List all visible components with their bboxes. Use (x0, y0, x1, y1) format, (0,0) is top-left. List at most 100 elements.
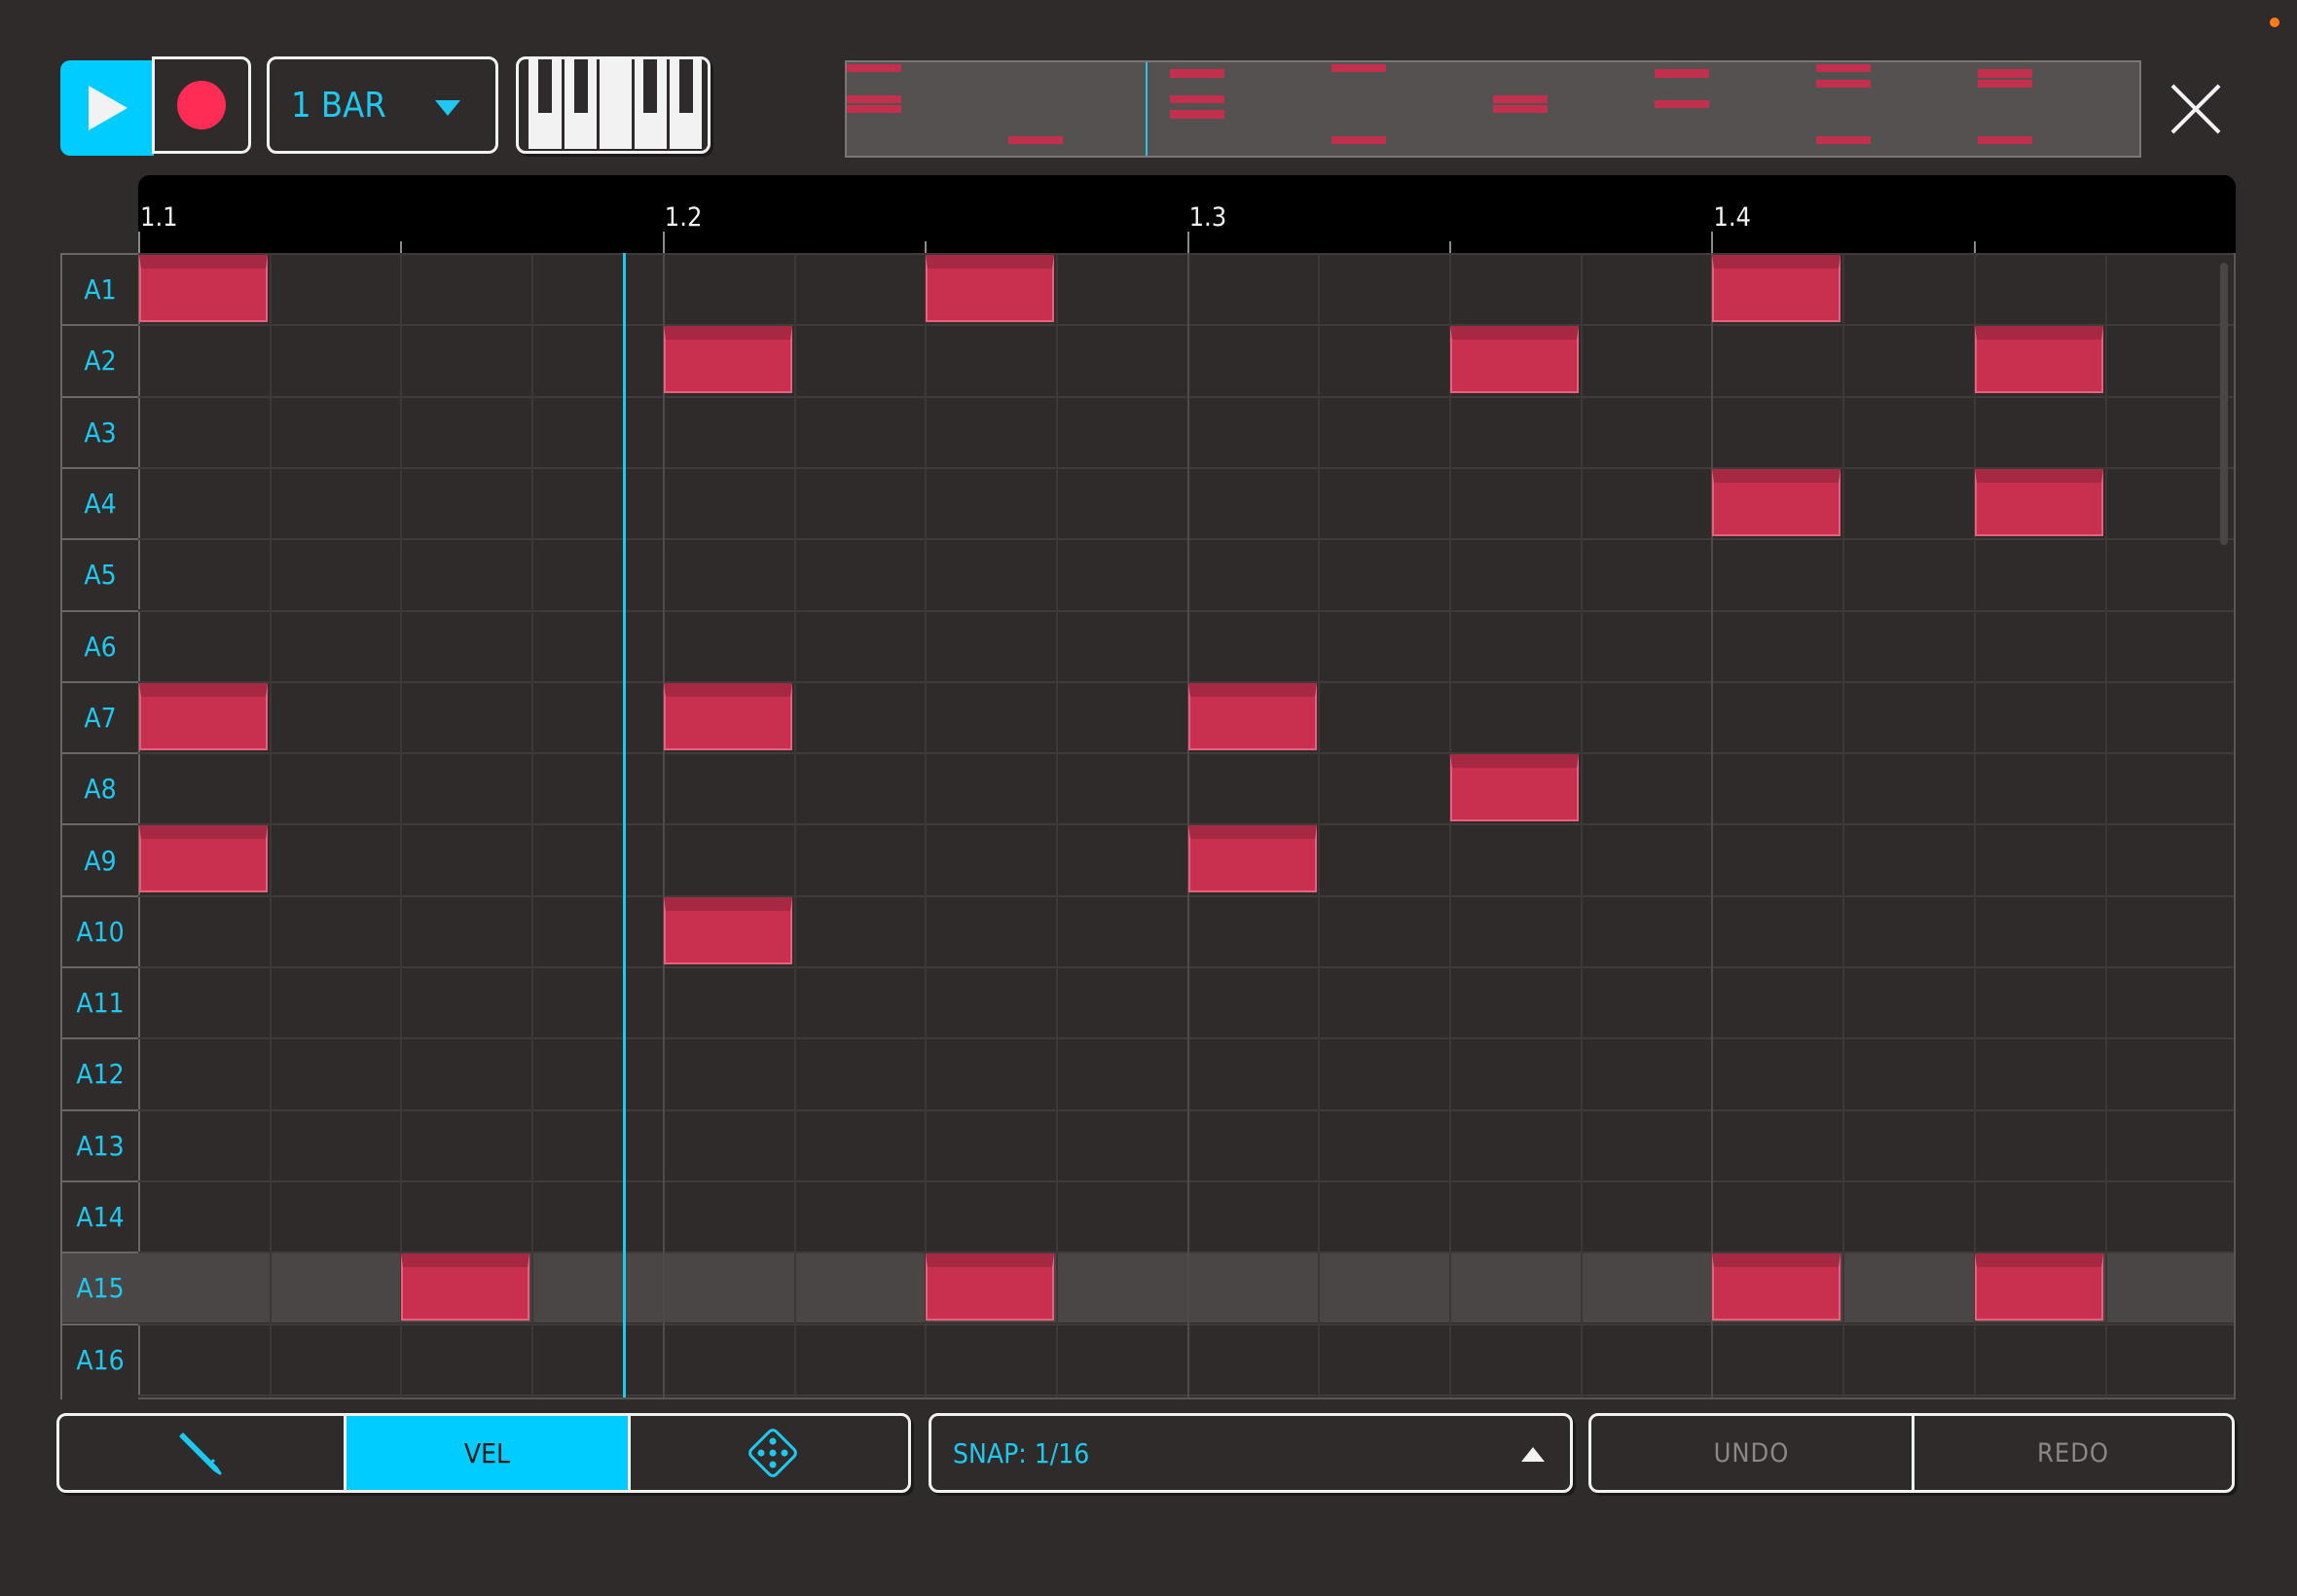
note-block[interactable] (1450, 326, 1579, 394)
ruler-tick (925, 241, 928, 253)
vertical-scrollbar[interactable] (2220, 263, 2228, 545)
pencil-tool-button[interactable] (59, 1416, 344, 1490)
grid-row-line (138, 966, 2234, 968)
redo-label: REDO (2036, 1437, 2110, 1469)
play-button[interactable] (60, 60, 154, 156)
overview-note (1978, 69, 2033, 78)
note-block[interactable] (663, 326, 792, 394)
grid-row-line (138, 680, 2234, 683)
overview-note (1008, 135, 1064, 144)
note-block[interactable] (663, 682, 792, 750)
note-block[interactable] (139, 682, 268, 750)
row-label-a12[interactable]: A12 (62, 1037, 140, 1109)
overview-note (1493, 105, 1549, 114)
overview-note (1655, 99, 1710, 109)
grid-step-line (2104, 253, 2107, 1397)
row-label-a11[interactable]: A11 (62, 966, 140, 1038)
note-block[interactable] (1712, 255, 1841, 322)
note-block[interactable] (1974, 468, 2103, 536)
velocity-mode-button[interactable]: VEL (344, 1416, 628, 1490)
overview-note (1816, 64, 1872, 73)
record-button[interactable] (152, 56, 251, 154)
pattern-length-dropdown[interactable]: 1 BAR (267, 56, 498, 154)
chevron-up-icon (1521, 1447, 1545, 1462)
ruler-tick (138, 232, 140, 253)
row-label-a4[interactable]: A4 (62, 466, 140, 539)
randomize-button[interactable] (628, 1416, 908, 1490)
grid-step-line (269, 253, 272, 1397)
grid-row-line (138, 324, 2234, 327)
grid-row-line (138, 752, 2234, 755)
note-block[interactable] (926, 1253, 1055, 1322)
timeline-ruler[interactable]: 1.1 1.2 1.3 1.4 (138, 175, 2236, 253)
keyboard-toggle-button[interactable] (516, 56, 711, 154)
row-label-a13[interactable]: A13 (62, 1108, 140, 1180)
snap-dropdown[interactable]: SNAP: 1/16 (929, 1413, 1573, 1493)
grid-step-line (925, 253, 928, 1397)
record-icon (177, 81, 226, 129)
row-label-a7[interactable]: A7 (62, 680, 140, 753)
ruler-tick (1711, 232, 1714, 253)
close-button[interactable] (2167, 80, 2225, 138)
ruler-tick (662, 232, 665, 253)
undo-button[interactable]: UNDO (1591, 1416, 1912, 1490)
note-block[interactable] (1712, 468, 1841, 536)
grid-row-line (138, 1323, 2234, 1325)
grid-step-line (400, 253, 403, 1397)
row-label-a5[interactable]: A5 (62, 538, 140, 610)
note-block[interactable] (1187, 825, 1317, 893)
overview-note (1816, 135, 1872, 144)
grid-step-line (1711, 253, 1714, 1397)
dice-icon (747, 1429, 797, 1477)
row-label-a3[interactable]: A3 (62, 395, 140, 467)
note-block[interactable] (1712, 1253, 1841, 1322)
note-block[interactable] (139, 255, 268, 322)
row-label-a6[interactable]: A6 (62, 609, 140, 681)
row-label-a9[interactable]: A9 (62, 823, 140, 895)
row-label-column: A1 A2 A3 A4 A5 A6 A7 A8 A9 A10 A11 A12 A13 A14 A15 A16 (60, 253, 140, 1399)
pattern-overview[interactable] (845, 60, 2141, 158)
row-label-a14[interactable]: A14 (62, 1179, 140, 1252)
ruler-marker-label: 1.1 (140, 202, 178, 233)
chevron-down-icon (435, 100, 460, 116)
overview-note (847, 105, 902, 114)
note-block[interactable] (926, 255, 1055, 322)
note-block[interactable] (663, 896, 792, 964)
grid-step-line (662, 253, 665, 1397)
overview-note (1170, 69, 1225, 78)
playhead (623, 253, 627, 1397)
ruler-marker-label: 1.2 (664, 202, 703, 233)
step-grid[interactable] (138, 253, 2236, 1399)
overview-note (1170, 94, 1225, 103)
overview-note (1493, 94, 1549, 103)
grid-step-line (1318, 253, 1321, 1397)
overview-note (1978, 79, 2033, 89)
grid-row-line (138, 1394, 2234, 1396)
row-label-a10[interactable]: A10 (62, 894, 140, 966)
grid-row-line (138, 1108, 2234, 1111)
overview-note (847, 94, 902, 103)
note-block[interactable] (1187, 682, 1317, 750)
grid-row-line (138, 823, 2234, 826)
note-block[interactable] (401, 1253, 530, 1322)
note-block[interactable] (139, 825, 268, 893)
note-block[interactable] (1974, 326, 2103, 394)
grid-step-line (1055, 253, 1058, 1397)
note-block[interactable] (1974, 1253, 2103, 1322)
overview-note (1978, 135, 2033, 144)
overview-note (847, 64, 902, 73)
grid-row-line (138, 466, 2234, 469)
row-label-a2[interactable]: A2 (62, 324, 140, 396)
velocity-label: VEL (463, 1436, 511, 1469)
row-label-a1[interactable]: A1 (62, 253, 140, 325)
overview-note (1331, 64, 1387, 73)
row-label-a8[interactable]: A8 (62, 752, 140, 824)
grid-row-line (138, 609, 2234, 612)
row-label-a16[interactable]: A16 (62, 1323, 140, 1395)
overview-note (1331, 135, 1387, 144)
grid-step-line (1842, 253, 1845, 1397)
note-block[interactable] (1450, 754, 1579, 822)
redo-button[interactable]: REDO (1912, 1416, 2232, 1490)
grid-row-line (138, 253, 2234, 255)
row-label-a15[interactable]: A15 (62, 1251, 140, 1324)
